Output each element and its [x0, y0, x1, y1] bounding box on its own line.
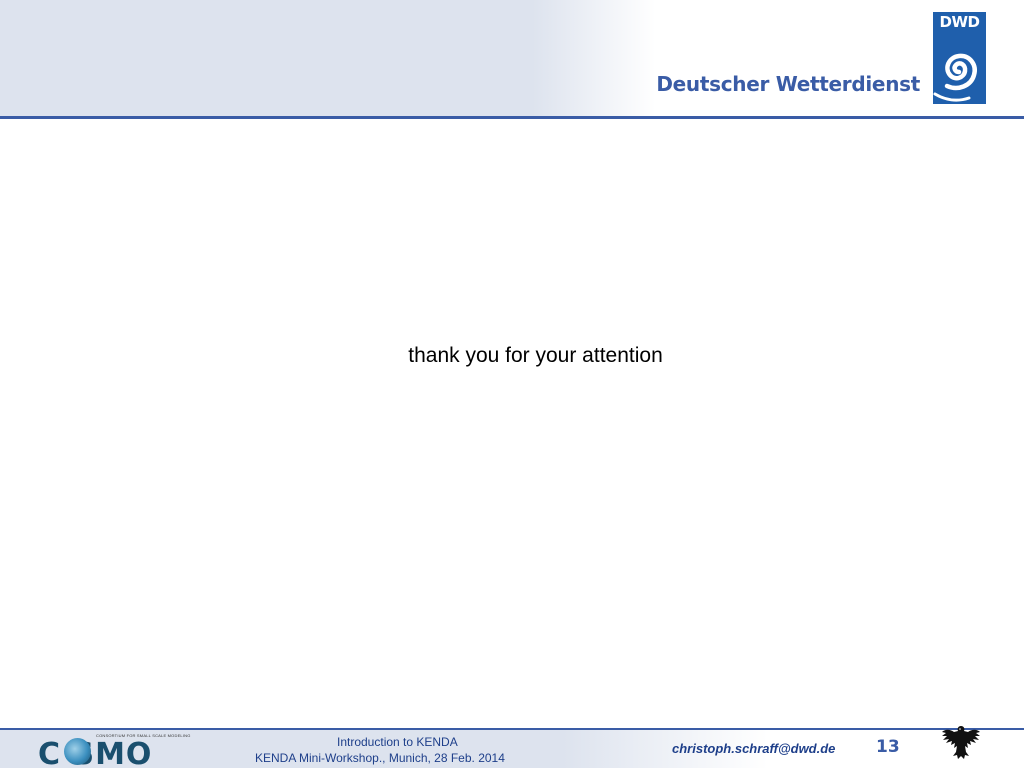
closing-message: thank you for your attention	[408, 344, 663, 367]
footer-event: KENDA Mini-Workshop., Munich, 28 Feb. 20…	[255, 751, 505, 765]
cosmo-tagline: CONSORTIUM FOR SMALL SCALE MODELING	[96, 733, 191, 738]
spiral-icon	[933, 53, 977, 102]
globe-icon	[64, 738, 91, 765]
dwd-logo: DWD	[933, 12, 986, 104]
page-number: 13	[876, 737, 900, 757]
author-email: christoph.schraff@dwd.de	[672, 741, 836, 756]
organization-name: Deutscher Wetterdienst	[656, 72, 920, 96]
header-divider	[0, 116, 1024, 119]
cosmo-logo-text: C SMO	[38, 737, 153, 772]
footer-presentation-title: Introduction to KENDA	[337, 735, 458, 749]
dwd-logo-text: DWD	[939, 13, 980, 31]
federal-eagle-icon	[942, 726, 980, 759]
slide-header	[0, 0, 1024, 116]
